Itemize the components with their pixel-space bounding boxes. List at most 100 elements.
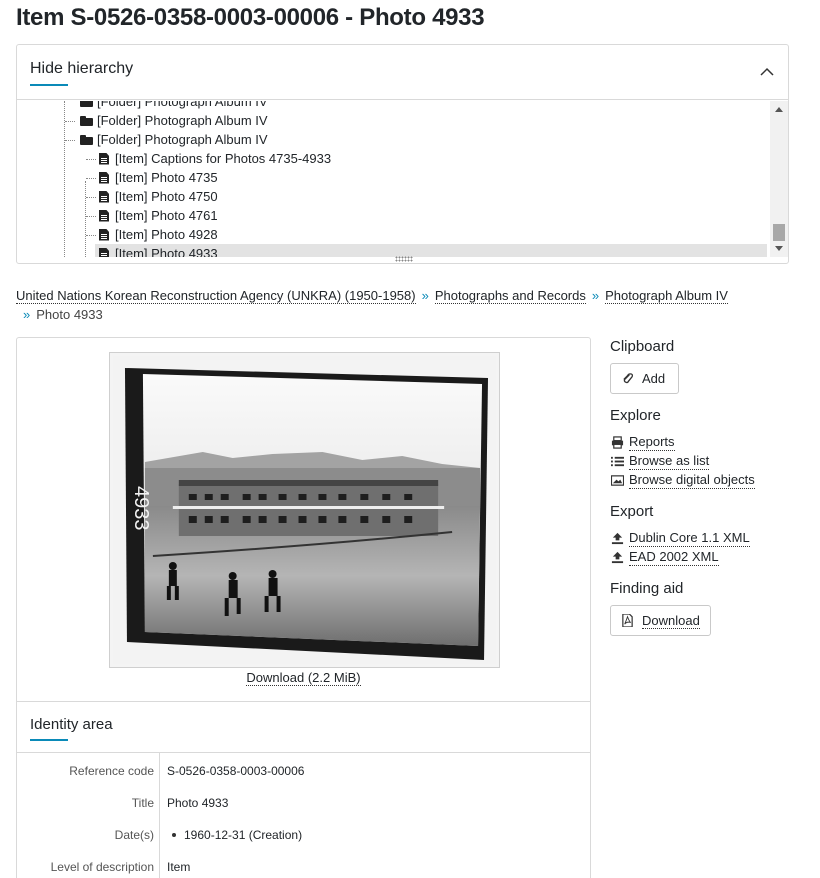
- photo-image: 4933: [113, 356, 496, 664]
- tree-branch: [65, 121, 75, 122]
- browse-as-list-link[interactable]: Browse as list: [611, 452, 710, 470]
- resize-grip-icon[interactable]: [395, 256, 413, 262]
- tree-node-label: [Item] Photo 4933: [115, 246, 218, 257]
- tree-guide-line: [85, 181, 86, 257]
- tree-node-item-selected[interactable]: [Item] Photo 4933: [95, 244, 767, 257]
- tree-scrollbar[interactable]: [770, 101, 788, 257]
- upload-icon: [611, 532, 624, 544]
- link-label: Browse as list: [629, 453, 710, 470]
- tree-branch: [86, 197, 96, 198]
- browse-digital-objects-link[interactable]: Browse digital objects: [611, 471, 755, 489]
- breadcrumb-link[interactable]: Photograph Album IV: [605, 288, 728, 304]
- tree-node-folder-expanded[interactable]: [Folder] Photograph Album IV: [80, 130, 268, 149]
- identity-area-header[interactable]: Identity area: [17, 701, 590, 753]
- clipboard-heading: Clipboard: [610, 338, 675, 355]
- tree-node-label: [Folder] Photograph Album IV: [97, 113, 268, 128]
- tree-node-label: [Folder] Photograph Album IV: [97, 132, 268, 147]
- list-bullet-icon: [172, 832, 176, 837]
- record-content: 4933 Download (2.2 MiB) Identity area Re…: [16, 337, 591, 878]
- chevron-up-icon[interactable]: [760, 65, 774, 79]
- reports-link[interactable]: Reports: [611, 433, 675, 451]
- document-icon: [99, 209, 109, 222]
- tree-branch: [65, 140, 75, 141]
- hierarchy-tree[interactable]: [Folder] Photograph Album IV [Folder] Ph…: [17, 101, 770, 257]
- page-title: Item S-0526-0358-0003-00006 - Photo 4933: [16, 4, 485, 31]
- field-label: Title: [131, 796, 154, 810]
- tree-branch: [86, 178, 96, 179]
- link-label: Dublin Core 1.1 XML: [629, 530, 750, 547]
- breadcrumb-current: Photo 4933: [36, 307, 103, 322]
- breadcrumb-separator: »: [421, 288, 429, 303]
- tree-node-label: [Item] Photo 4761: [115, 208, 218, 223]
- breadcrumb-link[interactable]: Photographs and Records: [434, 288, 586, 304]
- link-label: Reports: [629, 434, 675, 451]
- tree-node-folder[interactable]: [Folder] Photograph Album IV: [80, 111, 268, 130]
- folder-open-icon: [80, 134, 93, 145]
- tree-node-item[interactable]: [Item] Photo 4735: [99, 168, 218, 187]
- breadcrumb-link[interactable]: United Nations Korean Reconstruction Age…: [16, 288, 416, 304]
- export-ead-link[interactable]: EAD 2002 XML: [611, 548, 719, 566]
- image-icon: [611, 474, 624, 486]
- tree-node-item[interactable]: [Item] Photo 4928: [99, 225, 218, 244]
- field-title: Title Photo 4933: [17, 786, 590, 818]
- tree-branch: [86, 159, 96, 160]
- tree-branch: [86, 216, 96, 217]
- button-label: Download: [642, 612, 700, 629]
- breadcrumb-separator: »: [591, 288, 600, 303]
- identity-area-title: Identity area: [30, 716, 113, 733]
- field-dates: Date(s) 1960-12-31 (Creation): [17, 818, 590, 850]
- folder-icon: [80, 101, 93, 107]
- digital-object-thumbnail[interactable]: 4933: [109, 352, 500, 668]
- clipboard-add-button[interactable]: Add: [610, 363, 679, 394]
- hide-hierarchy-toggle[interactable]: Hide hierarchy: [30, 60, 133, 78]
- tree-node-item[interactable]: [Item] Photo 4761: [99, 206, 218, 225]
- header-accent-underline: [30, 84, 68, 86]
- field-value-bulleted: 1960-12-31 (Creation): [167, 828, 302, 842]
- document-icon: [99, 190, 109, 203]
- pdf-file-icon: [622, 614, 633, 627]
- document-icon: [99, 228, 109, 241]
- finding-aid-download-button[interactable]: Download: [610, 605, 711, 636]
- document-icon: [99, 152, 109, 165]
- tree-node-label: [Item] Captions for Photos 4735-4933: [115, 151, 332, 166]
- export-heading: Export: [610, 503, 654, 520]
- tree-node-item[interactable]: [Item] Photo 4750: [99, 187, 218, 206]
- scroll-up-arrow-icon[interactable]: [775, 107, 783, 112]
- paperclip-icon: [623, 373, 634, 384]
- scroll-down-arrow-icon[interactable]: [775, 246, 783, 251]
- export-dublin-core-link[interactable]: Dublin Core 1.1 XML: [611, 529, 750, 547]
- printer-icon: [611, 435, 624, 449]
- document-icon: [99, 247, 109, 257]
- list-icon: [611, 456, 624, 466]
- tree-branch: [86, 235, 96, 236]
- breadcrumb: United Nations Korean Reconstruction Age…: [16, 286, 736, 324]
- tree-guide-line: [64, 101, 65, 257]
- tree-node-label: [Item] Photo 4750: [115, 189, 218, 204]
- download-image-link[interactable]: Download (2.2 MiB): [246, 670, 361, 686]
- field-level-of-description: Level of description Item: [17, 850, 590, 878]
- field-label: Reference code: [69, 764, 154, 778]
- field-value: Item: [167, 860, 191, 874]
- tree-node-folder[interactable]: [Folder] Photograph Album IV: [80, 101, 268, 111]
- download-link-row: Download (2.2 MiB): [17, 670, 590, 686]
- tree-node-label: [Item] Photo 4735: [115, 170, 218, 185]
- tree-node-label: [Folder] Photograph Album IV: [97, 101, 268, 109]
- upload-icon: [611, 551, 624, 563]
- date-value: 1960-12-31 (Creation): [184, 828, 303, 842]
- section-accent-underline: [30, 739, 68, 741]
- scroll-thumb[interactable]: [773, 224, 785, 241]
- photo-number-text: 4933: [130, 486, 152, 530]
- field-label: Level of description: [50, 860, 154, 874]
- document-icon: [99, 171, 109, 184]
- breadcrumb-separator: »: [23, 307, 31, 322]
- folder-icon: [80, 115, 93, 126]
- tree-node-item[interactable]: [Item] Captions for Photos 4735-4933: [99, 149, 331, 168]
- explore-heading: Explore: [610, 407, 661, 424]
- tree-node-label: [Item] Photo 4928: [115, 227, 218, 242]
- finding-aid-heading: Finding aid: [610, 580, 684, 597]
- hierarchy-panel: Hide hierarchy [Folder] Photograph Album…: [16, 44, 789, 264]
- field-value: Photo 4933: [167, 796, 229, 810]
- link-label: EAD 2002 XML: [629, 549, 719, 566]
- hierarchy-header[interactable]: Hide hierarchy: [17, 45, 788, 100]
- button-label: Add: [642, 371, 666, 386]
